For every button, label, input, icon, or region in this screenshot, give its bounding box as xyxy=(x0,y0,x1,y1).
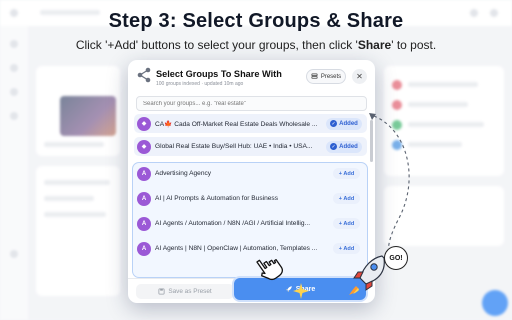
added-badge[interactable]: ✓ Added xyxy=(326,140,362,153)
group-row[interactable]: ◆ Global Real Estate Buy/Sell Hub: UAE •… xyxy=(134,137,367,156)
group-avatar: A xyxy=(137,216,151,231)
close-icon: ✕ xyxy=(356,72,363,81)
group-avatar: A xyxy=(137,241,151,256)
group-row[interactable]: ◆ CA🍁 Cada Off-Market Real Estate Deals … xyxy=(134,114,367,133)
modal-title: Select Groups To Share With xyxy=(156,69,282,79)
group-name: AI Agents | N8N | OpenClaw | Automation,… xyxy=(155,245,318,252)
presets-label: Presets xyxy=(320,73,342,80)
check-icon: ✓ xyxy=(330,120,338,127)
rocket-icon xyxy=(349,255,385,295)
group-avatar: A xyxy=(137,191,151,206)
go-speech-bubble: GO! xyxy=(384,246,408,270)
save-as-preset-label: Save as Preset xyxy=(168,288,212,295)
instructions-part-2: ' to post. xyxy=(391,38,437,52)
group-row[interactable]: A Advertising Agency + Add xyxy=(134,164,367,183)
group-name: Global Real Estate Buy/Sell Hub: UAE • I… xyxy=(155,143,313,150)
group-name: Advertising Agency xyxy=(155,170,212,177)
group-avatar: A xyxy=(137,166,151,181)
select-groups-modal: Select Groups To Share With 100 groups i… xyxy=(128,60,375,303)
group-row[interactable]: A AI | AI Prompts & Automation for Busin… xyxy=(134,189,367,208)
presets-button[interactable]: Presets xyxy=(306,69,346,84)
layers-icon xyxy=(311,73,318,79)
modal-header: Select Groups To Share With 100 groups i… xyxy=(128,60,375,94)
step-instructions: Click '+Add' buttons to select your grou… xyxy=(0,38,512,52)
added-label: Added xyxy=(339,143,358,150)
instructions-share-keyword: Share xyxy=(357,38,392,52)
group-avatar: ◆ xyxy=(137,116,151,131)
close-button[interactable]: ✕ xyxy=(352,69,367,84)
sparkle-icon xyxy=(293,283,309,299)
added-badge[interactable]: ✓ Added xyxy=(326,117,362,130)
save-as-preset-button[interactable]: Save as Preset xyxy=(136,284,234,299)
share-icon xyxy=(137,67,151,83)
modal-subtitle: 100 groups indexed · updated 10m ago xyxy=(156,81,244,87)
add-group-button[interactable]: + Add xyxy=(333,193,360,204)
group-avatar: ◆ xyxy=(137,139,151,154)
group-name: AI | AI Prompts & Automation for Busines… xyxy=(155,195,279,202)
group-row[interactable]: A AI Agents | N8N | OpenClaw | Automatio… xyxy=(134,239,367,258)
group-name: AI Agents / Automation / N8N /AGI / Arti… xyxy=(155,220,311,227)
add-group-button[interactable]: + Add xyxy=(333,168,360,179)
step-title: Step 3: Select Groups & Share xyxy=(108,10,404,32)
group-name: CA🍁 Cada Off-Market Real Estate Deals Wh… xyxy=(155,120,318,128)
group-search-input[interactable] xyxy=(136,96,367,111)
hand-cursor-icon xyxy=(256,258,284,280)
save-icon xyxy=(158,288,165,295)
added-label: Added xyxy=(339,120,358,127)
instructions-part-1: Click '+Add' buttons to select your grou… xyxy=(75,38,358,52)
group-row[interactable]: A AI Agents / Automation / N8N /AGI / Ar… xyxy=(134,214,367,233)
add-group-button[interactable]: + Add xyxy=(333,218,360,229)
check-icon: ✓ xyxy=(330,143,338,150)
